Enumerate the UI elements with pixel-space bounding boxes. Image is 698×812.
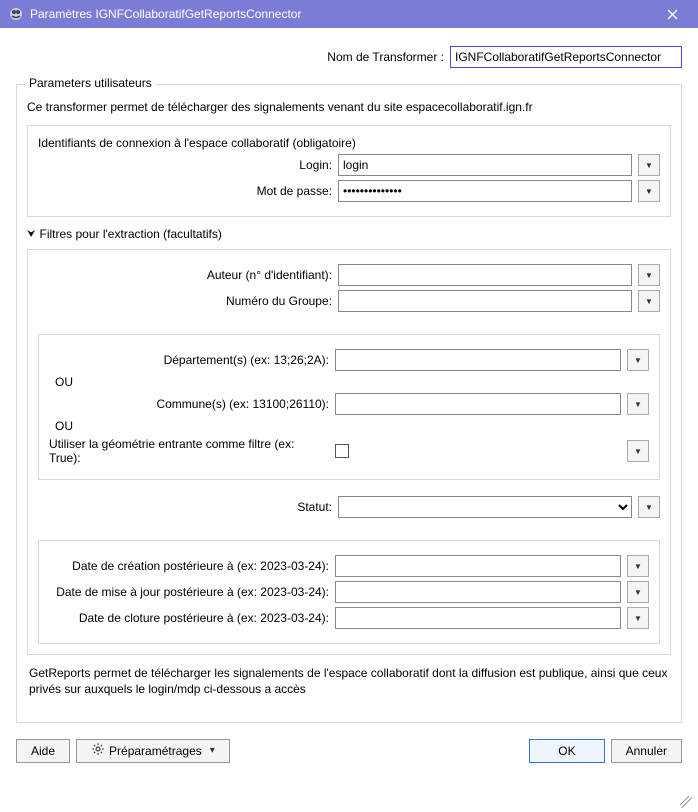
commune-input[interactable] xyxy=(335,393,621,415)
close-button[interactable] xyxy=(650,0,694,28)
caret-down-icon: ▼ xyxy=(634,614,642,623)
caret-down-icon: ▼ xyxy=(634,447,642,456)
statut-label: Statut: xyxy=(38,500,338,514)
date-create-options-button[interactable]: ▼ xyxy=(627,555,649,577)
filters-group: Auteur (n° d'identifiant): ▼ Numéro du G… xyxy=(27,249,671,655)
app-icon xyxy=(8,6,24,22)
group-row: Numéro du Groupe: ▼ xyxy=(38,290,660,312)
user-parameters-description: Ce transformer permet de télécharger des… xyxy=(27,99,671,115)
titlebar: Paramètres IGNFCollaboratifGetReportsCon… xyxy=(0,0,698,28)
statut-select[interactable] xyxy=(338,496,632,518)
dept-options-button[interactable]: ▼ xyxy=(627,349,649,371)
date-create-row: Date de création postérieure à (ex: 2023… xyxy=(49,555,649,577)
caret-down-icon: ▼ xyxy=(645,297,653,306)
statut-row: Statut: ▼ xyxy=(38,496,660,518)
transformer-name-row: Nom de Transformer : xyxy=(16,46,682,68)
resize-grip[interactable] xyxy=(680,796,692,808)
presets-button[interactable]: Préparamétrages xyxy=(76,739,230,763)
date-update-label: Date de mise à jour postérieure à (ex: 2… xyxy=(49,585,335,599)
password-row: Mot de passe: ▼ xyxy=(38,180,660,202)
group-label: Numéro du Groupe: xyxy=(38,294,338,308)
geometry-row: Utiliser la géométrie entrante comme fil… xyxy=(49,437,649,465)
caret-down-icon: ▼ xyxy=(645,271,653,280)
note-text: GetReports permet de télécharger les sig… xyxy=(29,665,669,697)
caret-down-icon: ▼ xyxy=(645,187,653,196)
help-button[interactable]: Aide xyxy=(16,739,70,763)
transformer-label: Nom de Transformer : xyxy=(150,50,450,64)
caret-down-icon: ▼ xyxy=(634,356,642,365)
date-close-row: Date de cloture postérieure à (ex: 2023-… xyxy=(49,607,649,629)
geometry-checkbox[interactable] xyxy=(335,444,349,458)
credentials-group: Identifiants de connexion à l'espace col… xyxy=(27,125,671,217)
password-options-button[interactable]: ▼ xyxy=(638,180,660,202)
caret-down-icon: ▼ xyxy=(645,503,653,512)
statut-options-button[interactable]: ▼ xyxy=(638,496,660,518)
button-bar: Aide Préparamétrages OK Annuler xyxy=(16,735,682,763)
caret-down-icon: ▼ xyxy=(634,562,642,571)
geometry-label: Utiliser la géométrie entrante comme fil… xyxy=(49,437,335,465)
chevron-down-icon: ⮟ xyxy=(27,229,36,240)
login-options-button[interactable]: ▼ xyxy=(638,154,660,176)
gear-icon xyxy=(91,742,105,759)
password-input[interactable] xyxy=(338,180,632,202)
author-row: Auteur (n° d'identifiant): ▼ xyxy=(38,264,660,286)
window-title: Paramètres IGNFCollaboratifGetReportsCon… xyxy=(30,7,650,21)
login-row: Login: ▼ xyxy=(38,154,660,176)
dept-input[interactable] xyxy=(335,349,621,371)
filters-toggle[interactable]: ⮟ Filtres pour l'extraction (facultatifs… xyxy=(27,227,671,241)
dept-label: Département(s) (ex: 13;26;2A): xyxy=(49,353,335,367)
geometry-options-button[interactable]: ▼ xyxy=(627,440,649,462)
dialog-content: Nom de Transformer : Parameters utilisat… xyxy=(0,28,698,777)
caret-down-icon: ▼ xyxy=(645,161,653,170)
cancel-button[interactable]: Annuler xyxy=(611,739,682,763)
dialog-window: Paramètres IGNFCollaboratifGetReportsCon… xyxy=(0,0,698,812)
date-close-options-button[interactable]: ▼ xyxy=(627,607,649,629)
author-options-button[interactable]: ▼ xyxy=(638,264,660,286)
date-update-options-button[interactable]: ▼ xyxy=(627,581,649,603)
ok-button[interactable]: OK xyxy=(529,739,604,763)
group-input[interactable] xyxy=(338,290,632,312)
login-input[interactable] xyxy=(338,154,632,176)
dates-group: Date de création postérieure à (ex: 2023… xyxy=(38,540,660,644)
presets-label: Préparamétrages xyxy=(109,744,202,758)
caret-down-icon: ▼ xyxy=(634,588,642,597)
login-label: Login: xyxy=(38,158,338,172)
date-create-input[interactable] xyxy=(335,555,621,577)
user-parameters-group: Parameters utilisateurs Ce transformer p… xyxy=(16,84,682,723)
password-label: Mot de passe: xyxy=(38,184,338,198)
geo-filter-group: Département(s) (ex: 13;26;2A): ▼ OU Comm… xyxy=(38,334,660,480)
ou-text-1: OU xyxy=(55,375,649,389)
transformer-name-input[interactable] xyxy=(450,46,682,68)
author-input[interactable] xyxy=(338,264,632,286)
date-update-row: Date de mise à jour postérieure à (ex: 2… xyxy=(49,581,649,603)
group-options-button[interactable]: ▼ xyxy=(638,290,660,312)
commune-label: Commune(s) (ex: 13100;26110): xyxy=(49,397,335,411)
ou-text-2: OU xyxy=(55,419,649,433)
date-update-input[interactable] xyxy=(335,581,621,603)
commune-options-button[interactable]: ▼ xyxy=(627,393,649,415)
date-create-label: Date de création postérieure à (ex: 2023… xyxy=(49,559,335,573)
caret-down-icon: ▼ xyxy=(634,400,642,409)
date-close-input[interactable] xyxy=(335,607,621,629)
date-close-label: Date de cloture postérieure à (ex: 2023-… xyxy=(49,611,335,625)
author-label: Auteur (n° d'identifiant): xyxy=(38,268,338,282)
commune-row: Commune(s) (ex: 13100;26110): ▼ xyxy=(49,393,649,415)
user-parameters-legend: Parameters utilisateurs xyxy=(25,76,156,90)
credentials-legend: Identifiants de connexion à l'espace col… xyxy=(38,136,660,150)
dept-row: Département(s) (ex: 13;26;2A): ▼ xyxy=(49,349,649,371)
close-icon xyxy=(667,9,678,20)
filters-toggle-label: Filtres pour l'extraction (facultatifs) xyxy=(40,227,222,241)
